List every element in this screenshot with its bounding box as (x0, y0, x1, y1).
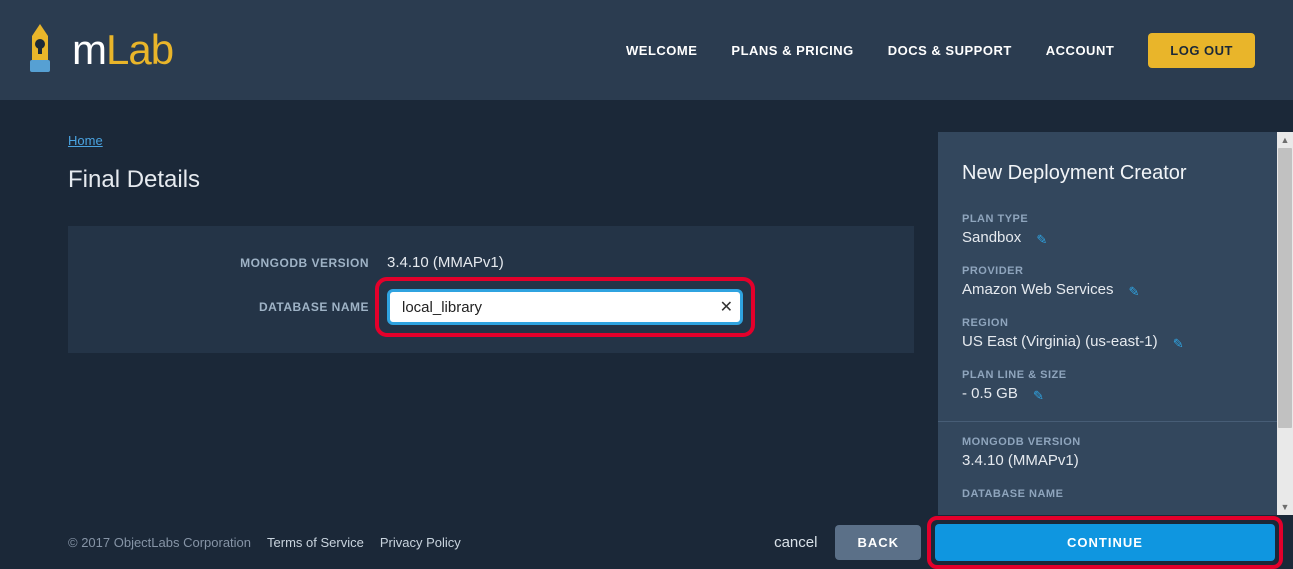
page-title: Final Details (68, 166, 914, 194)
side-dbname-label: DATABASE NAME (962, 488, 1253, 500)
main: Home Final Details MONGODB VERSION 3.4.1… (0, 100, 1293, 515)
header: mLab WELCOME PLANS & PRICING DOCS & SUPP… (0, 0, 1293, 100)
sidebar: New Deployment Creator PLAN TYPE Sandbox… (938, 132, 1277, 515)
side-provider-label: PROVIDER (962, 265, 1253, 277)
privacy-link[interactable]: Privacy Policy (380, 535, 461, 550)
breadcrumb-home[interactable]: Home (68, 133, 103, 148)
form-card: MONGODB VERSION 3.4.10 (MMAPv1) DATABASE… (68, 226, 914, 353)
logo[interactable]: mLab (20, 22, 173, 78)
side-plan-type: PLAN TYPE Sandbox ✎ (962, 213, 1253, 247)
mongodb-version-row: MONGODB VERSION 3.4.10 (MMAPv1) (92, 254, 890, 271)
logo-icon (20, 22, 60, 78)
sidebar-title: New Deployment Creator (962, 162, 1253, 185)
back-button[interactable]: BACK (835, 525, 921, 560)
side-provider-value: Amazon Web Services (962, 281, 1113, 298)
side-region-value: US East (Virginia) (us-east-1) (962, 333, 1158, 350)
scroll-up-icon[interactable]: ▲ (1277, 132, 1293, 148)
nav-welcome[interactable]: WELCOME (626, 43, 697, 58)
nav: WELCOME PLANS & PRICING DOCS & SUPPORT A… (626, 33, 1255, 68)
nav-docs[interactable]: DOCS & SUPPORT (888, 43, 1012, 58)
database-name-row: DATABASE NAME ✕ (92, 289, 890, 325)
tos-link[interactable]: Terms of Service (267, 535, 364, 550)
side-region: REGION US East (Virginia) (us-east-1) ✎ (962, 317, 1253, 351)
mongodb-version-label: MONGODB VERSION (92, 256, 387, 270)
left-column: Home Final Details MONGODB VERSION 3.4.1… (68, 132, 914, 515)
side-plan-line: PLAN LINE & SIZE - 0.5 GB ✎ (962, 369, 1253, 403)
side-region-label: REGION (962, 317, 1253, 329)
clear-input-icon[interactable]: ✕ (720, 297, 733, 317)
side-mongo-label: MONGODB VERSION (962, 436, 1253, 448)
side-dbname: DATABASE NAME (962, 488, 1253, 500)
side-plan-type-label: PLAN TYPE (962, 213, 1253, 225)
scroll-down-icon[interactable]: ▼ (1277, 499, 1293, 515)
edit-icon[interactable]: ✎ (1173, 336, 1184, 352)
scroll-thumb[interactable] (1278, 148, 1292, 428)
edit-icon[interactable]: ✎ (1036, 232, 1047, 248)
copyright: © 2017 ObjectLabs Corporation (68, 535, 251, 550)
sidebar-wrap: New Deployment Creator PLAN TYPE Sandbox… (938, 132, 1293, 515)
cancel-link[interactable]: cancel (774, 534, 817, 551)
continue-button[interactable]: CONTINUE (935, 524, 1275, 561)
mongodb-version-value: 3.4.10 (MMAPv1) (387, 254, 504, 271)
database-name-label: DATABASE NAME (92, 300, 387, 314)
sidebar-divider (938, 421, 1277, 422)
logo-text: mLab (72, 26, 173, 74)
side-mongo-value: 3.4.10 (MMAPv1) (962, 452, 1079, 469)
edit-icon[interactable]: ✎ (1129, 284, 1140, 300)
nav-plans[interactable]: PLANS & PRICING (731, 43, 853, 58)
side-mongo: MONGODB VERSION 3.4.10 (MMAPv1) (962, 436, 1253, 470)
nav-account[interactable]: ACCOUNT (1046, 43, 1115, 58)
side-plan-type-value: Sandbox (962, 229, 1021, 246)
edit-icon[interactable]: ✎ (1033, 388, 1044, 404)
scrollbar[interactable]: ▲ ▼ (1277, 132, 1293, 515)
logout-button[interactable]: LOG OUT (1148, 33, 1255, 68)
side-plan-line-value: - 0.5 GB (962, 385, 1018, 402)
footer: © 2017 ObjectLabs Corporation Terms of S… (0, 515, 1293, 569)
database-name-input[interactable] (387, 289, 743, 325)
side-plan-line-label: PLAN LINE & SIZE (962, 369, 1253, 381)
side-provider: PROVIDER Amazon Web Services ✎ (962, 265, 1253, 299)
